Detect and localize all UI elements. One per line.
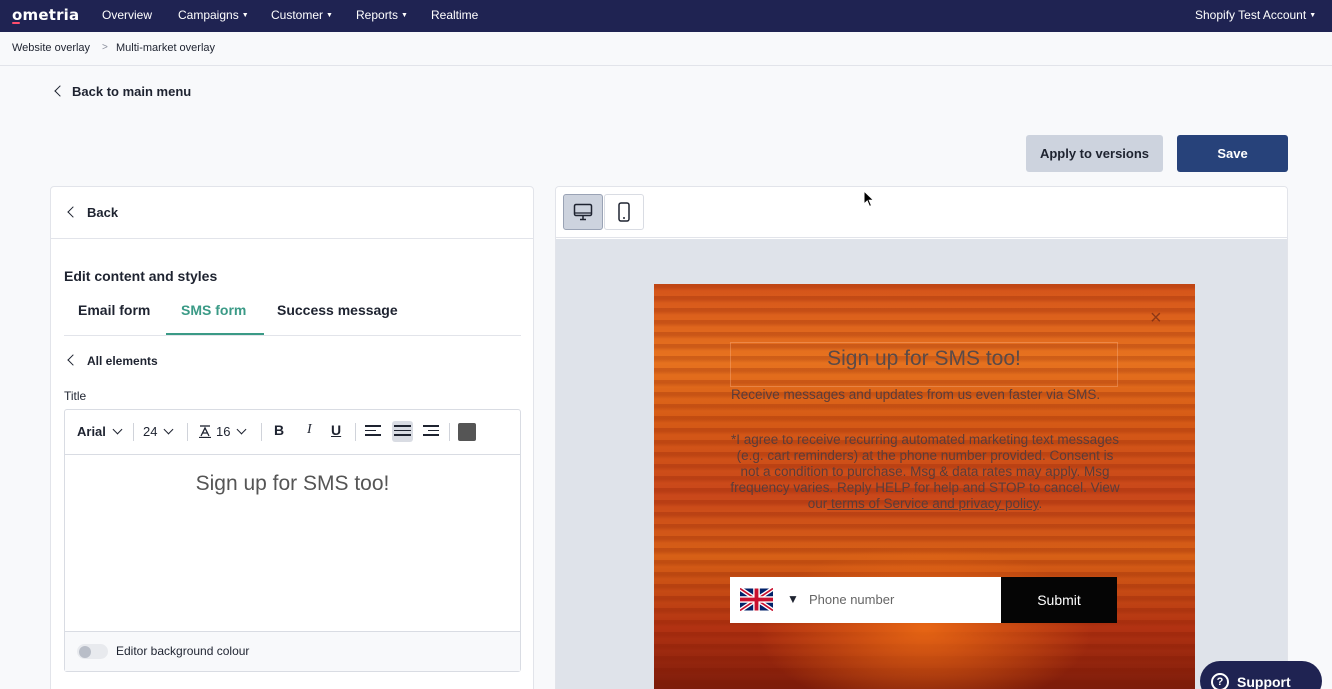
desktop-view-button[interactable] xyxy=(563,194,603,230)
save-button[interactable]: Save xyxy=(1177,135,1288,172)
device-toggle-bar xyxy=(556,187,1287,238)
divider xyxy=(51,238,533,239)
mouse-cursor-icon xyxy=(863,190,875,208)
back-button[interactable]: Back xyxy=(65,205,118,220)
italic-button[interactable]: I xyxy=(307,422,312,438)
terms-link[interactable]: terms of Service and privacy policy xyxy=(827,496,1039,511)
underline-button[interactable]: U xyxy=(331,422,341,438)
mobile-view-button[interactable] xyxy=(604,194,644,230)
field-label-title: Title xyxy=(64,389,87,403)
rich-text-editor: Arial 24 16 B I U Sign up for SMS too! E… xyxy=(64,409,521,672)
breadcrumb-website-overlay[interactable]: Website overlay xyxy=(12,42,90,54)
logo-accent xyxy=(12,22,20,24)
nav-reports[interactable]: Reports ▼ xyxy=(356,8,408,22)
editor-footer: Editor background colour xyxy=(65,631,520,671)
submit-button[interactable]: Submit xyxy=(1001,577,1117,623)
toolbar-divider xyxy=(449,423,450,441)
back-to-main-menu-link[interactable]: Back to main menu xyxy=(52,84,191,99)
phone-number-input[interactable]: Phone number xyxy=(809,592,894,607)
chevron-left-icon xyxy=(67,354,79,366)
active-tab-indicator xyxy=(166,333,264,335)
help-icon: ? xyxy=(1211,673,1229,689)
edit-panel: Back Edit content and styles Email form … xyxy=(50,186,534,689)
caret-down-icon: ▼ xyxy=(401,12,408,19)
uk-flag-icon xyxy=(740,588,773,611)
chevron-down-icon xyxy=(112,424,123,435)
breadcrumb: Website overlay > Multi-market overlay xyxy=(0,32,1332,66)
text-color-button[interactable] xyxy=(458,423,476,441)
support-button[interactable]: ? Support xyxy=(1200,661,1322,689)
toolbar-divider xyxy=(261,423,262,441)
preview-canvas: × Sign up for SMS too! Receive messages … xyxy=(556,239,1287,689)
align-right-button[interactable] xyxy=(423,425,441,439)
all-elements-link[interactable]: All elements xyxy=(65,354,158,368)
overlay-title[interactable]: Sign up for SMS too! xyxy=(730,347,1118,371)
editor-content[interactable]: Sign up for SMS too! xyxy=(65,472,520,496)
toolbar-divider xyxy=(355,423,356,441)
chevron-left-icon xyxy=(67,206,79,218)
editor-bg-label: Editor background colour xyxy=(116,644,250,658)
caret-down-icon: ▼ xyxy=(1309,12,1317,19)
chevron-down-icon xyxy=(237,424,247,435)
overlay-description[interactable]: Receive messages and updates from us eve… xyxy=(731,387,1111,403)
toolbar-divider xyxy=(133,423,134,441)
desktop-icon xyxy=(573,203,593,221)
chevron-down-icon xyxy=(164,424,174,435)
chevron-left-icon xyxy=(54,85,66,97)
align-left-button[interactable] xyxy=(365,425,383,439)
tabs-divider xyxy=(64,335,521,336)
mobile-icon xyxy=(618,202,630,222)
font-size-select[interactable]: 24 xyxy=(143,424,174,439)
country-dropdown-icon[interactable]: ▼ xyxy=(787,592,799,606)
caret-down-icon: ▼ xyxy=(326,12,333,19)
nav-realtime[interactable]: Realtime xyxy=(431,8,478,22)
sms-overlay-preview: × Sign up for SMS too! Receive messages … xyxy=(654,284,1195,689)
nav-campaigns[interactable]: Campaigns ▼ xyxy=(178,8,249,22)
apply-to-versions-button[interactable]: Apply to versions xyxy=(1026,135,1163,172)
toolbar-divider xyxy=(187,423,188,441)
nav-customer[interactable]: Customer ▼ xyxy=(271,8,333,22)
support-label: Support xyxy=(1237,674,1291,689)
breadcrumb-current: Multi-market overlay xyxy=(116,42,216,54)
tab-sms-form[interactable]: SMS form xyxy=(181,302,246,318)
account-menu[interactable]: Shopify Test Account ▼ xyxy=(1195,8,1316,22)
top-nav: ometria Overview Campaigns ▼ Customer ▼ Re… xyxy=(0,0,1332,32)
caret-down-icon: ▼ xyxy=(241,12,249,19)
editor-bg-toggle[interactable] xyxy=(77,644,108,659)
phone-input-group[interactable]: ▼ Phone number xyxy=(730,577,1001,623)
bold-button[interactable]: B xyxy=(274,422,284,438)
breadcrumb-separator: > xyxy=(102,42,108,53)
align-center-button[interactable] xyxy=(394,425,412,439)
ometria-logo[interactable]: ometria xyxy=(12,6,79,24)
overlay-consent-text[interactable]: *I agree to receive recurring automated … xyxy=(730,432,1120,512)
nav-overview[interactable]: Overview xyxy=(102,8,152,22)
editor-toolbar: Arial 24 16 B I U xyxy=(65,410,520,455)
line-height-select[interactable]: 16 xyxy=(198,424,247,439)
tab-email-form[interactable]: Email form xyxy=(78,302,150,318)
close-icon[interactable]: × xyxy=(1150,307,1162,330)
edit-content-heading: Edit content and styles xyxy=(64,268,218,284)
font-family-select[interactable]: Arial xyxy=(77,424,123,439)
toggle-knob xyxy=(79,645,91,658)
line-height-icon xyxy=(199,425,211,439)
preview-panel: × Sign up for SMS too! Receive messages … xyxy=(555,186,1288,689)
tab-success-message[interactable]: Success message xyxy=(277,302,398,318)
